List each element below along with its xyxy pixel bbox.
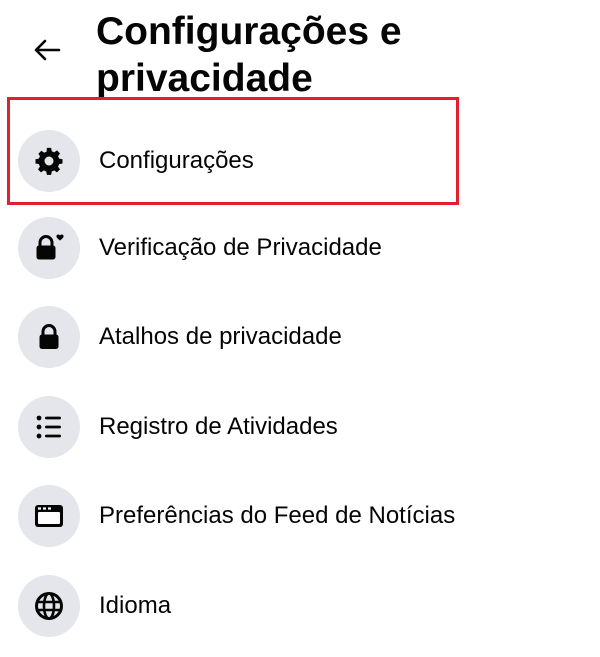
menu-item-atalhos-privacidade[interactable]: Atalhos de privacidade [18, 305, 578, 369]
arrow-left-icon [33, 38, 61, 62]
settings-privacy-panel: Configurações e privacidade Configuraçõe… [0, 0, 600, 657]
globe-icon [18, 575, 80, 637]
menu-item-label: Registro de Atividades [99, 413, 338, 440]
menu-item-label: Idioma [99, 592, 172, 619]
menu-item-registro-atividades[interactable]: Registro de Atividades [18, 395, 578, 459]
lock-icon [18, 306, 80, 368]
menu-item-label: Atalhos de privacidade [99, 323, 342, 350]
menu-item-label: Configurações [99, 147, 254, 174]
menu-item-configuracoes[interactable]: Configurações [18, 129, 578, 193]
feed-icon [18, 485, 80, 547]
list-icon [18, 396, 80, 458]
gear-icon [18, 130, 80, 192]
menu-item-idioma[interactable]: Idioma [18, 574, 578, 638]
lock-heart-icon [18, 217, 80, 279]
menu-item-verificacao-privacidade[interactable]: Verificação de Privacidade [18, 216, 578, 280]
menu-item-preferencias-feed[interactable]: Preferências do Feed de Notícias [18, 484, 578, 548]
menu-item-label: Preferências do Feed de Notícias [99, 502, 456, 529]
page-title: Configurações e privacidade [96, 10, 402, 100]
menu-item-label: Verificação de Privacidade [99, 234, 382, 261]
header: Configurações e privacidade [0, 0, 600, 100]
back-button[interactable] [22, 28, 72, 72]
